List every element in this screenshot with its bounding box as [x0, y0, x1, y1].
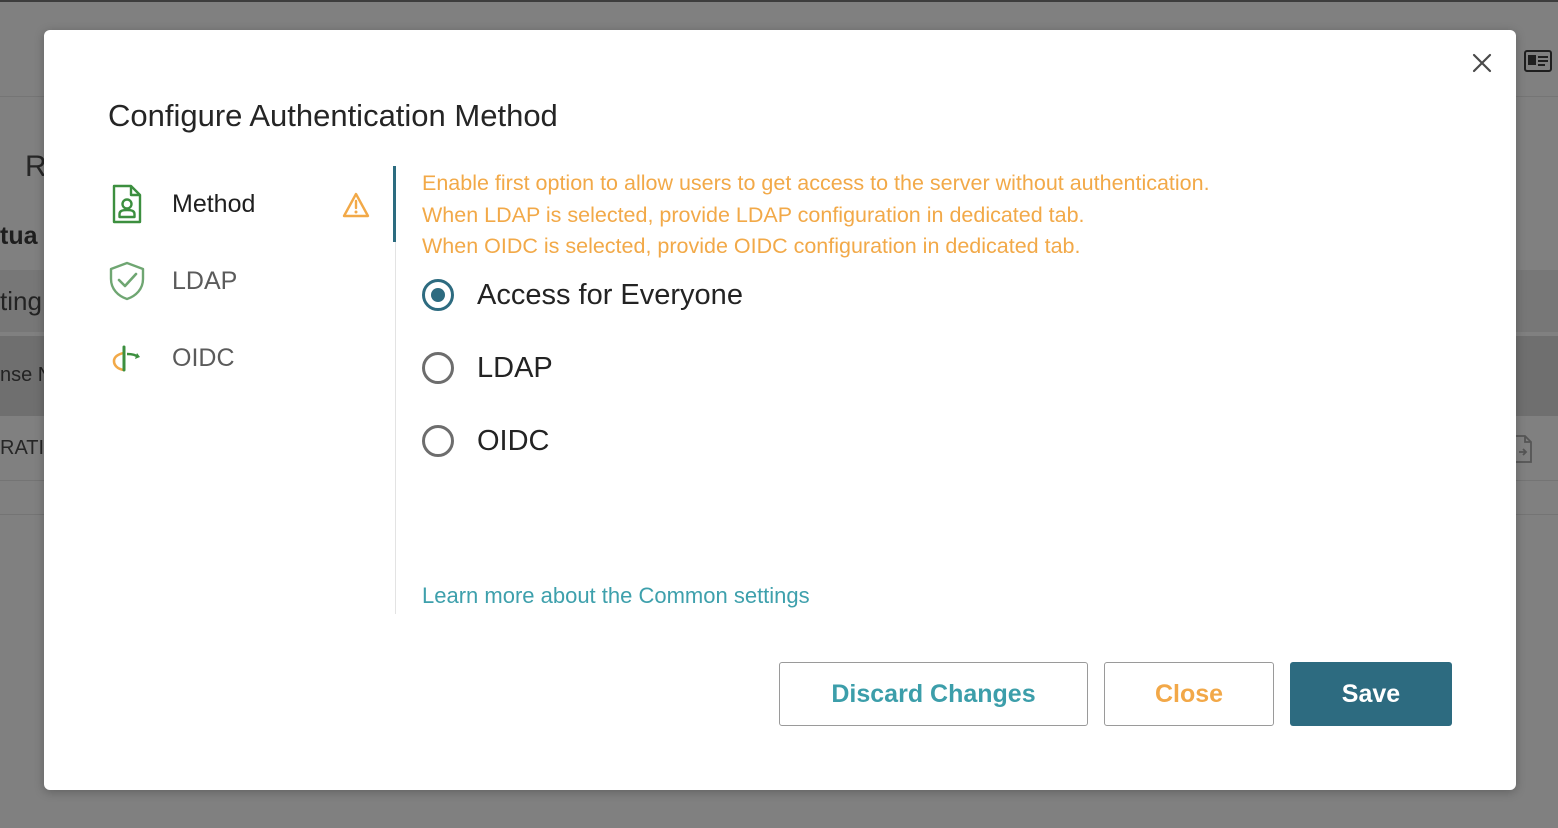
info-line: When LDAP is selected, provide LDAP conf…: [422, 202, 1085, 227]
modal-title: Configure Authentication Method: [108, 98, 558, 133]
save-button[interactable]: Save: [1290, 662, 1452, 726]
close-icon[interactable]: [1469, 50, 1495, 76]
warning-icon: [342, 192, 370, 218]
document-user-icon: [108, 182, 146, 226]
radio-button[interactable]: [422, 425, 454, 457]
section-title-fragment: tua: [0, 222, 38, 250]
discard-changes-button[interactable]: Discard Changes: [779, 662, 1088, 726]
radio-button[interactable]: [422, 352, 454, 384]
nav-label-method: Method: [172, 189, 256, 218]
radio-ldap[interactable]: LDAP: [422, 348, 553, 388]
openid-icon: [108, 336, 146, 380]
radio-button-checked[interactable]: [422, 279, 454, 311]
band-text-fragment: ting: [0, 286, 42, 316]
nav-active-indicator: [393, 166, 396, 242]
close-button[interactable]: Close: [1104, 662, 1274, 726]
contact-card-icon[interactable]: [1524, 50, 1552, 72]
nav-label-oidc: OIDC: [172, 343, 235, 372]
nav-item-oidc[interactable]: OIDC: [108, 334, 378, 382]
radio-oidc[interactable]: OIDC: [422, 421, 550, 461]
nav-item-method[interactable]: Method: [108, 180, 378, 228]
learn-more-link[interactable]: Learn more about the Common settings: [422, 583, 810, 609]
row-text-fragment: RATI: [0, 437, 45, 459]
nav-label-ldap: LDAP: [172, 266, 238, 295]
configure-auth-modal: Configure Authentication Method Method L…: [44, 30, 1516, 790]
radio-label: LDAP: [477, 351, 553, 384]
info-message: Enable first option to allow users to ge…: [422, 168, 1210, 263]
shield-check-icon: [108, 259, 146, 303]
radio-access-everyone[interactable]: Access for Everyone: [422, 275, 743, 315]
radio-label: OIDC: [477, 424, 550, 457]
radio-label: Access for Everyone: [477, 278, 743, 311]
nav-item-ldap[interactable]: LDAP: [108, 257, 378, 305]
info-line: When OIDC is selected, provide OIDC conf…: [422, 234, 1081, 258]
info-line: Enable first option to allow users to ge…: [422, 171, 1210, 195]
